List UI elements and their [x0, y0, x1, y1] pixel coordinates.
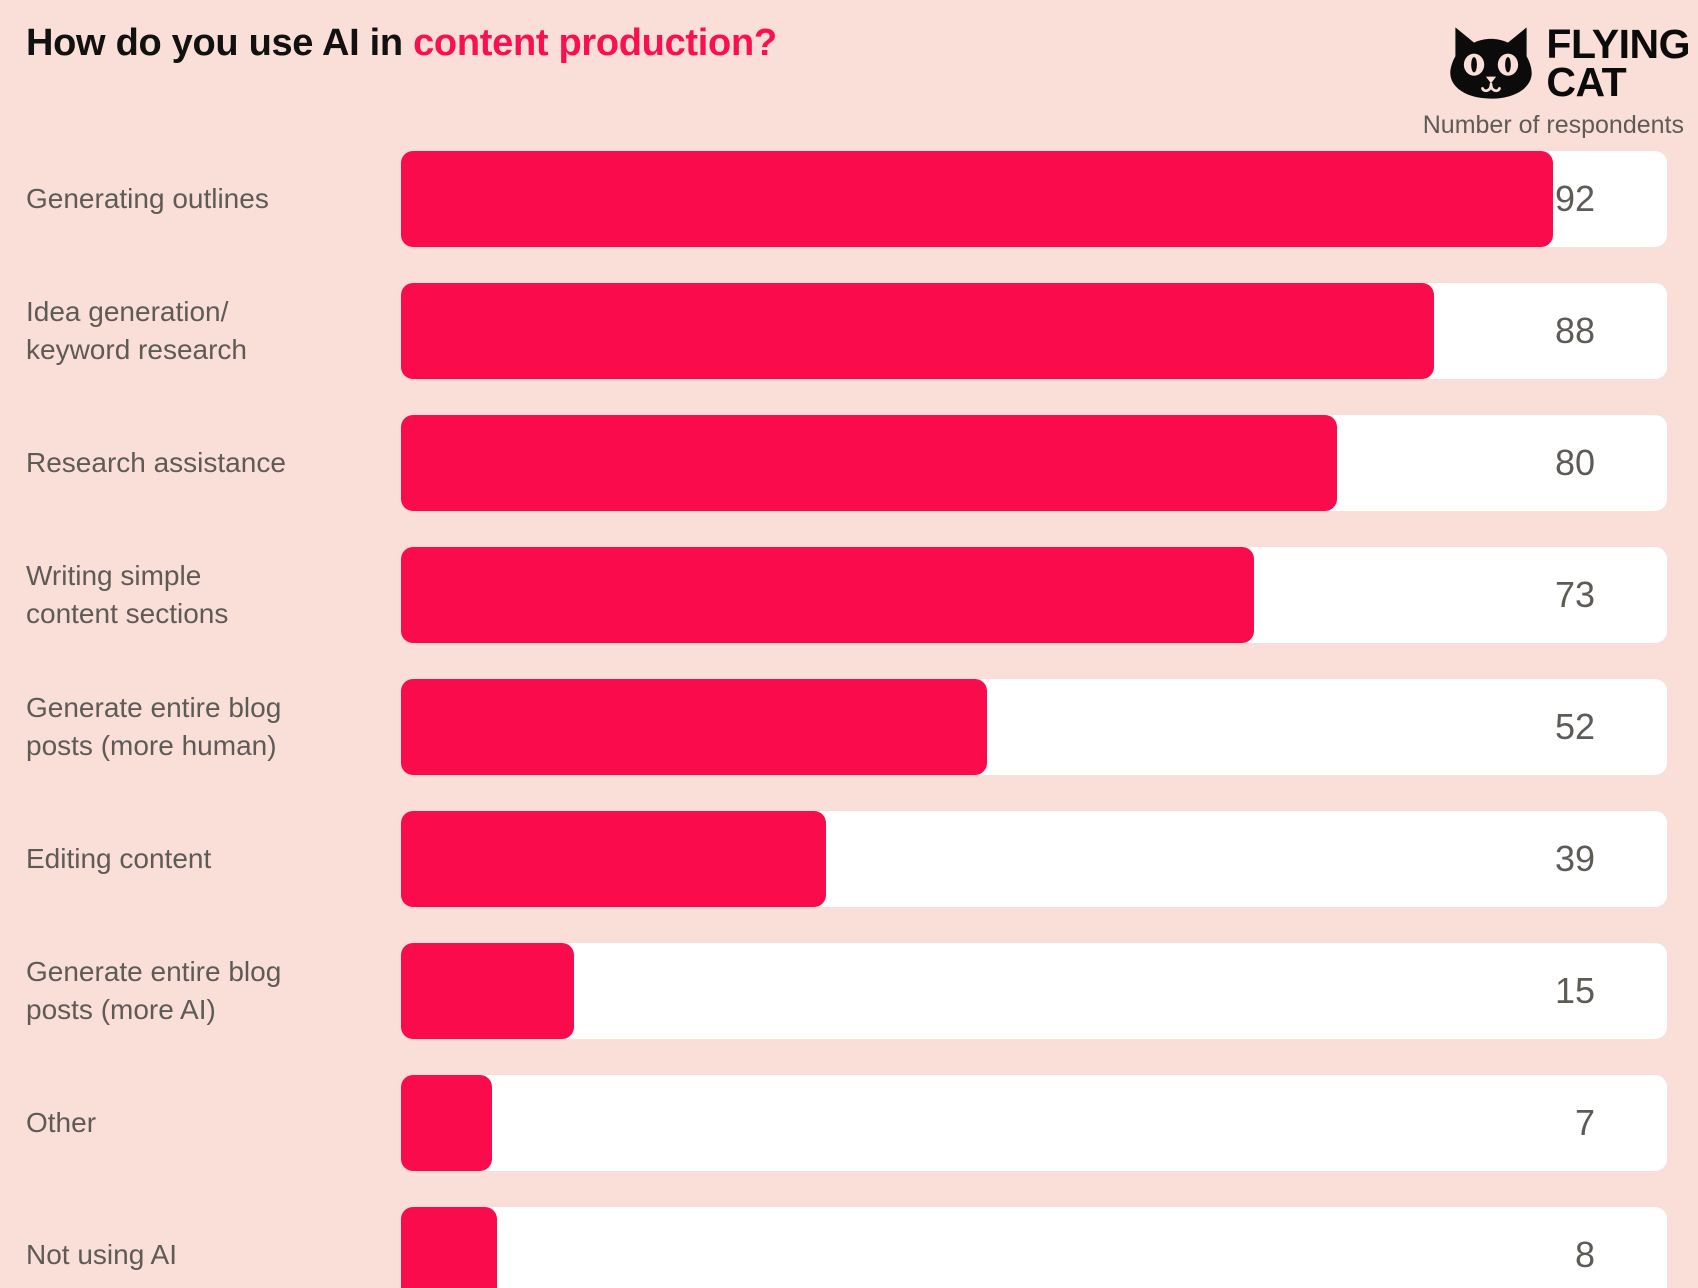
cat-face-icon	[1448, 24, 1534, 102]
category-label: Generating outlines	[26, 183, 269, 215]
bar	[401, 415, 1337, 511]
bar-track: 15	[401, 943, 1667, 1039]
chart-row: Generate entire blog posts (more AI) 15	[0, 934, 1698, 1048]
value-label: 92	[1554, 178, 1595, 219]
chart-row: Generating outlines 92	[0, 142, 1698, 256]
bar-track: 8	[401, 1207, 1667, 1288]
bar-track: 92	[401, 151, 1667, 247]
value-label: 15	[1554, 970, 1595, 1011]
value-label: 8	[1574, 1234, 1595, 1275]
bar-track: 52	[401, 679, 1667, 775]
category-label: Not using AI	[26, 1239, 177, 1271]
logo-wordmark: FLYING CAT	[1546, 20, 1690, 105]
bar-track: 7	[401, 1075, 1667, 1171]
page-title-plain: How do you use AI in	[26, 22, 414, 64]
bar-track: 80	[401, 415, 1667, 511]
chart-row: Other 7	[0, 1066, 1698, 1180]
bar	[401, 943, 574, 1039]
category-label: Research assistance	[26, 447, 286, 479]
value-label: 88	[1554, 310, 1595, 351]
bar	[401, 547, 1254, 643]
horizontal-bar-chart: Generating outlines 92 Idea generation/ ke…	[0, 142, 1698, 1288]
bar-track: 73	[401, 547, 1667, 643]
chart-row: Editing content 39	[0, 802, 1698, 916]
bar	[401, 151, 1553, 247]
bar-track: 88	[401, 283, 1667, 379]
value-label: 52	[1554, 706, 1595, 747]
chart-header: How do you use AI in content production?…	[0, 0, 1698, 142]
value-label: 7	[1574, 1102, 1595, 1143]
value-label: 39	[1554, 838, 1595, 879]
page-title: How do you use AI in content production?	[26, 22, 777, 65]
bar	[401, 679, 987, 775]
category-label: Generate entire blog posts (more AI)	[26, 956, 282, 1025]
page-title-accent: content production?	[413, 22, 777, 64]
axis-caption: Number of respondents	[1422, 111, 1684, 139]
bar	[401, 283, 1434, 379]
chart-row: Idea generation/ keyword research 88	[0, 274, 1698, 388]
category-label: Editing content	[26, 843, 212, 875]
category-label: Generate entire blog posts (more human)	[26, 692, 282, 761]
bar	[401, 811, 826, 907]
bar-track: 39	[401, 811, 1667, 907]
value-label: 73	[1554, 574, 1595, 615]
chart-row: Generate entire blog posts (more human) 5…	[0, 670, 1698, 784]
chart-row: Not using AI 8	[0, 1198, 1698, 1288]
bar	[401, 1207, 497, 1288]
category-label: Writing simple content sections	[26, 560, 229, 629]
value-label: 80	[1554, 442, 1595, 483]
category-label: Idea generation/ keyword research	[26, 296, 247, 365]
brand-logo: FLYING CAT Number of respondents	[1390, 20, 1691, 140]
bar	[401, 1075, 492, 1171]
chart-row: Research assistance 80	[0, 406, 1698, 520]
chart-row: Writing simple content sections 73	[0, 538, 1698, 652]
category-label: Other	[26, 1107, 97, 1139]
